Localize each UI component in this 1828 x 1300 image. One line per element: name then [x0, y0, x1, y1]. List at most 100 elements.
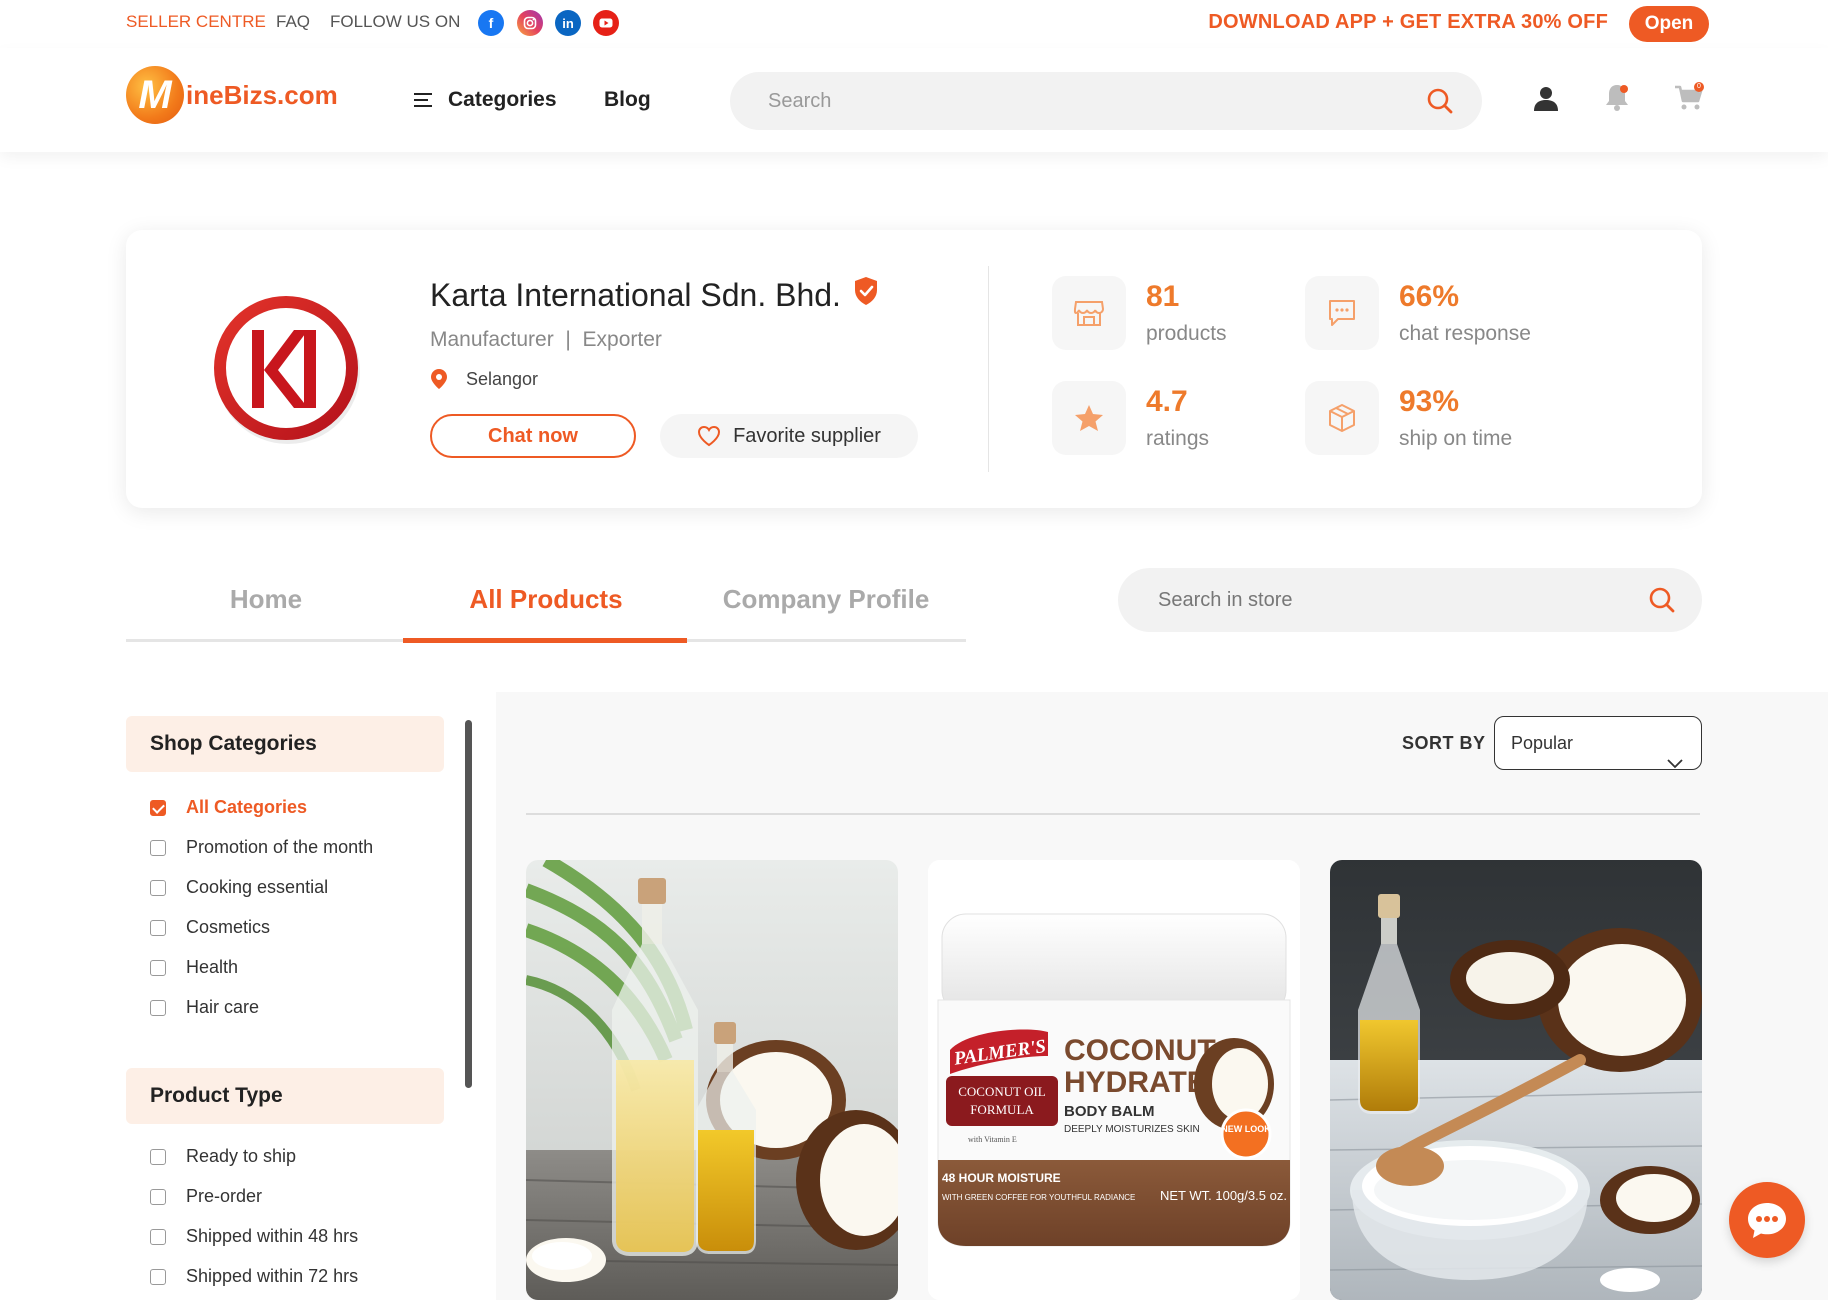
category-promotion[interactable]: Promotion of the month: [150, 837, 373, 858]
category-label: Health: [186, 957, 239, 977]
type-ready-to-ship[interactable]: Ready to ship: [150, 1146, 296, 1167]
cart-count-badge: 0: [1697, 83, 1701, 90]
category-cosmetics[interactable]: Cosmetics: [150, 917, 270, 938]
type-shipped-48[interactable]: Shipped within 48 hrs: [150, 1226, 358, 1247]
category-label: Promotion of the month: [186, 837, 374, 857]
checkbox[interactable]: [150, 839, 166, 856]
ratings-label: ratings: [1146, 427, 1210, 450]
formula-line-2: FORMULA: [970, 1102, 1034, 1117]
product-subtitle: BODY BALM: [1064, 1103, 1155, 1120]
category-label: Cooking essential: [186, 877, 329, 897]
new-look-badge: NEW LOOK: [1221, 1124, 1271, 1134]
search-bar: [730, 72, 1482, 130]
type-label: Shipped within 72 hrs: [186, 1266, 359, 1286]
user-icon[interactable]: [1532, 84, 1560, 117]
type-pre-order[interactable]: Pre-order: [150, 1186, 262, 1207]
download-app-promo[interactable]: DOWNLOAD APP + GET EXTRA 30% OFF: [1208, 11, 1608, 34]
seller-centre-link[interactable]: SELLER CENTRE: [126, 12, 266, 32]
notification-bell-icon[interactable]: [1603, 82, 1631, 117]
linkedin-icon[interactable]: in: [555, 10, 581, 36]
chat-bubble-icon: [1305, 276, 1379, 350]
star-icon: [1052, 381, 1126, 455]
product-desc: DEEPLY MOISTURIZES SKIN: [1064, 1124, 1200, 1135]
verified-badge-icon: [853, 276, 879, 314]
net-weight: NET WT. 100g/3.5 oz.: [1160, 1188, 1287, 1203]
category-label: All Categories: [186, 797, 308, 817]
logo-mark: M: [126, 66, 184, 124]
favorite-supplier-button[interactable]: Favorite supplier: [660, 414, 918, 458]
tab-company-profile[interactable]: Company Profile: [686, 584, 966, 615]
instagram-icon[interactable]: [517, 10, 543, 36]
product-image: PALMER'S COCONUT OIL FORMULA with Vitami…: [928, 860, 1300, 1300]
store-info-card: Karta International Sdn. Bhd. Manufactur…: [126, 230, 1702, 508]
checkbox[interactable]: [150, 879, 166, 896]
search-icon[interactable]: [1426, 87, 1454, 120]
heart-icon: [698, 425, 721, 447]
ratings-value: 4.7: [1146, 385, 1188, 418]
tab-home[interactable]: Home: [126, 584, 406, 615]
categories-menu[interactable]: Categories: [414, 88, 557, 112]
checkbox[interactable]: [150, 1228, 166, 1245]
store-tabs: Home All Products Company Profile: [126, 570, 966, 643]
sidebar-scrollbar[interactable]: [465, 720, 472, 1088]
store-name-text: Karta International Sdn. Bhd.: [430, 276, 841, 313]
formula-line-1: COCONUT OIL: [958, 1084, 1046, 1099]
site-logo[interactable]: M ineBizs.com: [126, 66, 338, 124]
checkbox[interactable]: [150, 999, 166, 1016]
main-header: M ineBizs.com Categories Blog 0: [0, 48, 1828, 152]
open-app-button[interactable]: Open: [1629, 6, 1709, 42]
type-label: Shipped within 48 hrs: [186, 1226, 359, 1246]
blog-link[interactable]: Blog: [604, 88, 651, 112]
category-label: Hair care: [186, 997, 260, 1017]
store-search-input[interactable]: [1158, 568, 1618, 632]
sort-value: Popular: [1511, 733, 1574, 753]
chat-icon: [1748, 1203, 1786, 1238]
products-label: products: [1146, 322, 1227, 345]
checkbox[interactable]: [150, 1188, 166, 1205]
store-search-bar: [1118, 568, 1702, 632]
cart-icon[interactable]: 0: [1673, 82, 1705, 117]
type-shipped-72[interactable]: Shipped within 72 hrs: [150, 1266, 358, 1287]
type-label: Ready to ship: [186, 1146, 297, 1166]
chat-response-value: 66%: [1399, 280, 1460, 313]
active-tab-indicator: [403, 638, 687, 643]
checkbox[interactable]: [150, 1148, 166, 1165]
store-location: Selangor: [430, 368, 538, 390]
chat-now-button[interactable]: Chat now: [430, 414, 636, 458]
category-health[interactable]: Health: [150, 957, 238, 978]
category-hair-care[interactable]: Hair care: [150, 997, 259, 1018]
faq-link[interactable]: FAQ: [276, 12, 310, 32]
product-card[interactable]: PALMER'S COCONUT OIL FORMULA with Vitami…: [928, 860, 1300, 1300]
follow-us-label: FOLLOW US ON: [330, 12, 461, 31]
vitamin-text: with Vitamin E: [968, 1135, 1017, 1144]
product-title-1: COCONUT: [1064, 1034, 1216, 1067]
checkbox[interactable]: [150, 1268, 166, 1285]
facebook-icon[interactable]: f: [478, 10, 504, 36]
product-card[interactable]: [526, 860, 898, 1300]
category-all-categories[interactable]: All Categories: [150, 797, 307, 818]
store-name: Karta International Sdn. Bhd.: [430, 276, 879, 314]
category-cooking-essential[interactable]: Cooking essential: [150, 877, 328, 898]
checkbox[interactable]: [150, 959, 166, 976]
top-bar: SELLER CENTRE FAQ FOLLOW US ON f in DOWN…: [0, 0, 1828, 48]
type-label: Pre-order: [186, 1186, 263, 1206]
youtube-icon[interactable]: [593, 10, 619, 36]
checkbox[interactable]: [150, 919, 166, 936]
products-count: 81: [1146, 280, 1180, 313]
search-icon[interactable]: [1648, 586, 1676, 619]
card-divider: [988, 266, 989, 472]
package-icon: [1305, 381, 1379, 455]
store-icon: [1052, 276, 1126, 350]
product-type-header: Product Type: [126, 1068, 444, 1124]
store-business-type: Manufacturer | Exporter: [430, 328, 662, 351]
tab-all-products[interactable]: All Products: [406, 584, 686, 615]
search-input[interactable]: [768, 72, 1368, 130]
logo-text: ineBizs.com: [186, 79, 338, 110]
sort-dropdown[interactable]: Popular: [1494, 716, 1702, 770]
live-chat-button[interactable]: [1729, 1182, 1805, 1258]
checkbox-checked[interactable]: [150, 799, 166, 816]
chevron-down-icon: [1667, 737, 1683, 789]
product-card[interactable]: [1330, 860, 1702, 1300]
location-pin-icon: [430, 368, 448, 390]
band-line-1: 48 HOUR MOISTURE: [942, 1171, 1061, 1185]
